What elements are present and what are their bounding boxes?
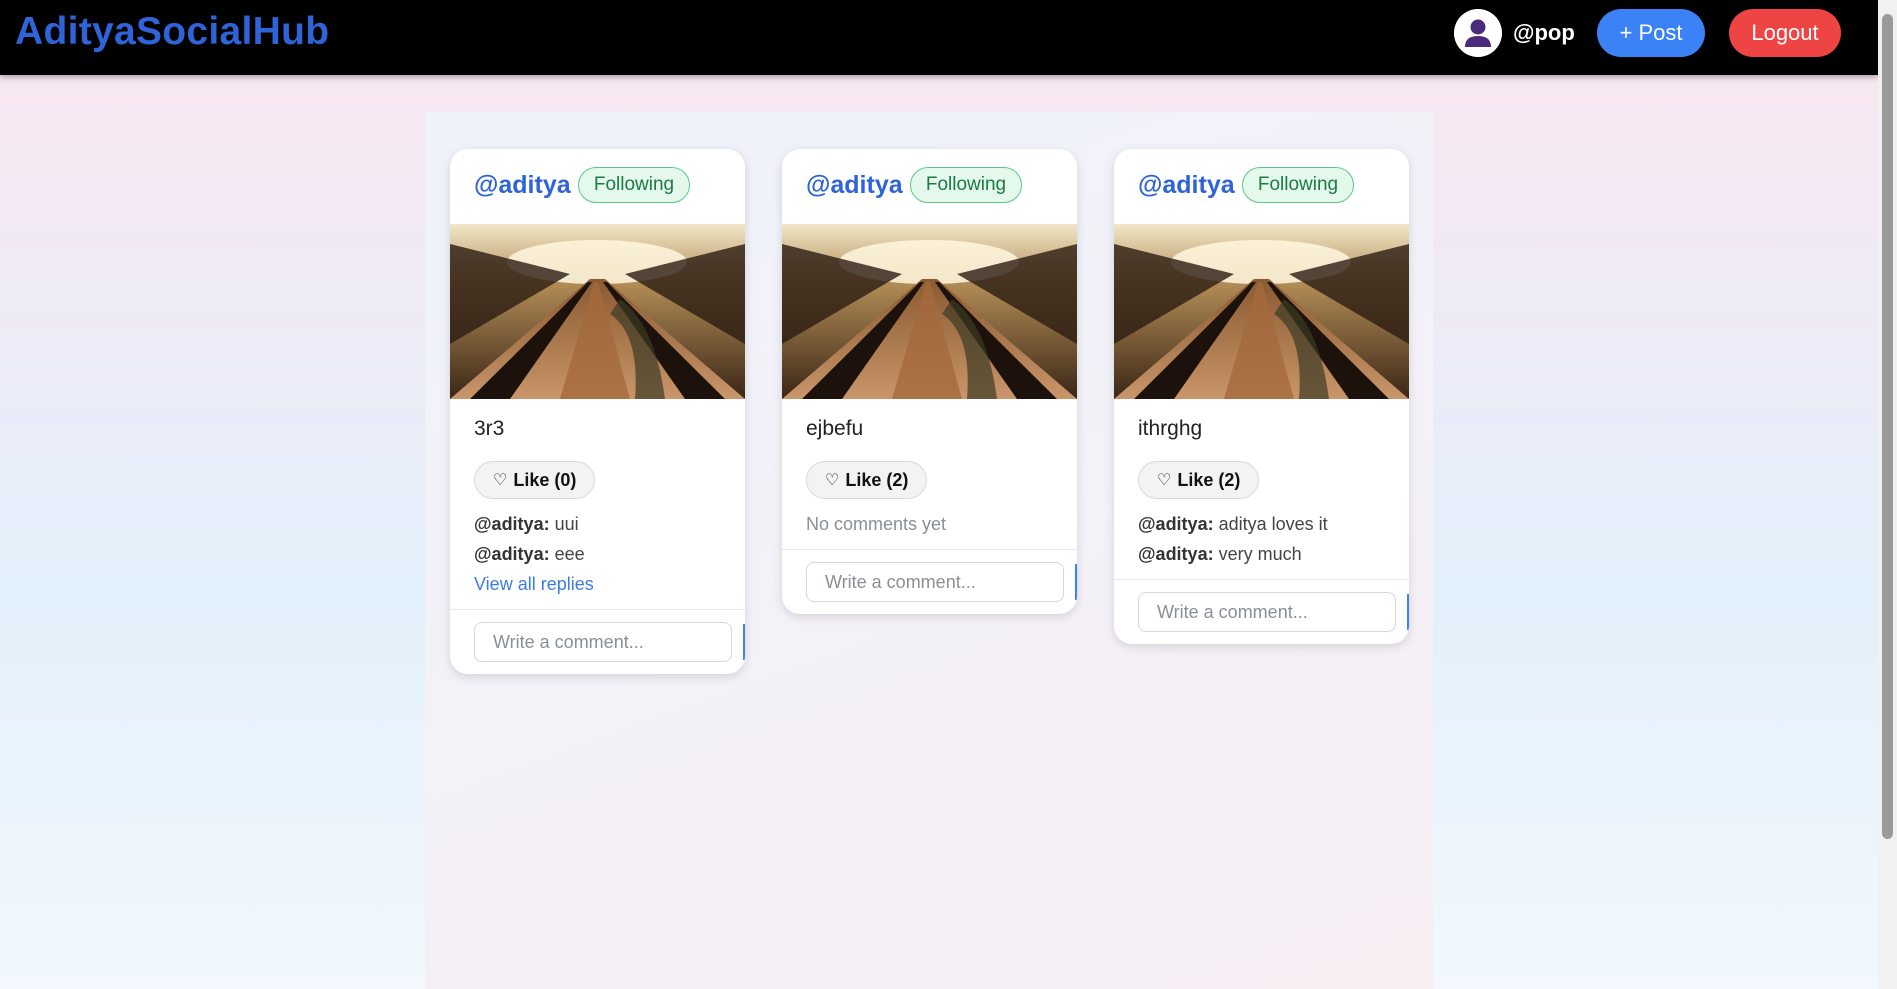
new-post-button[interactable]: + Post [1597, 9, 1705, 57]
send-comment-button[interactable] [743, 624, 745, 660]
logout-button[interactable]: Logout [1729, 9, 1841, 57]
comment-item: @aditya: eee [474, 539, 721, 569]
user-avatar-icon[interactable] [1454, 9, 1502, 57]
brand-logo[interactable]: AdityaSocialHub [15, 10, 329, 54]
like-label: Like (0) [513, 469, 577, 490]
heart-outline-icon: ♡ [493, 472, 508, 489]
no-comments-text: No comments yet [806, 514, 947, 534]
comment-list: @aditya: uui @aditya: eee View all repli… [450, 499, 745, 609]
current-username: @pop [1513, 20, 1575, 45]
comment-item: @aditya: very much [1138, 539, 1385, 569]
following-badge[interactable]: Following [578, 167, 690, 203]
comment-author: @aditya: [474, 514, 550, 534]
send-comment-button[interactable] [1407, 594, 1409, 630]
heart-outline-icon: ♡ [825, 472, 840, 489]
post-image [782, 224, 1077, 399]
post-author-link[interactable]: @aditya [1138, 171, 1235, 200]
page-scrollbar[interactable] [1878, 0, 1897, 989]
post-author-link[interactable]: @aditya [474, 171, 571, 200]
like-button[interactable]: ♡ Like (2) [1138, 461, 1260, 499]
comment-text: eee [554, 544, 585, 564]
post-image [1114, 224, 1409, 399]
comment-item: @aditya: aditya loves it [1138, 509, 1385, 539]
comment-list: @aditya: aditya loves it @aditya: very m… [1114, 499, 1409, 579]
comment-list: No comments yet [782, 499, 1077, 549]
post-header: @aditya Following [450, 149, 745, 224]
comment-input[interactable] [1138, 592, 1396, 632]
heart-outline-icon: ♡ [1157, 472, 1172, 489]
comment-text: uui [554, 514, 579, 534]
comment-author: @aditya: [1138, 514, 1214, 534]
like-button[interactable]: ♡ Like (0) [474, 461, 596, 499]
like-label: Like (2) [1177, 469, 1241, 490]
comment-form [782, 549, 1077, 614]
post-caption: ithrghg [1138, 417, 1203, 440]
like-label: Like (2) [845, 469, 909, 490]
comment-item: @aditya: uui [474, 509, 721, 539]
comment-input[interactable] [806, 562, 1064, 602]
comment-form [450, 609, 745, 674]
following-badge[interactable]: Following [1242, 167, 1354, 203]
comment-author: @aditya: [474, 544, 550, 564]
post-card: @aditya Following 3r3 ♡ Like (0) @aditya… [450, 149, 745, 674]
comment-input[interactable] [474, 622, 732, 662]
comment-form [1114, 579, 1409, 644]
post-image [450, 224, 745, 399]
comment-text: aditya loves it [1218, 514, 1328, 534]
post-card: @aditya Following ejbefu ♡ Like (2) No c… [782, 149, 1077, 614]
post-author-link[interactable]: @aditya [806, 171, 903, 200]
send-comment-button[interactable] [1075, 564, 1077, 600]
scrollbar-thumb[interactable] [1882, 14, 1893, 839]
post-header: @aditya Following [782, 149, 1077, 224]
top-nav-bar: AdityaSocialHub @pop + Post Logout [0, 0, 1878, 75]
like-button[interactable]: ♡ Like (2) [806, 461, 928, 499]
post-caption: 3r3 [474, 417, 505, 440]
comment-author: @aditya: [1138, 544, 1214, 564]
comment-text: very much [1218, 544, 1302, 564]
following-badge[interactable]: Following [910, 167, 1022, 203]
post-card: @aditya Following ithrghg ♡ Like (2) @ad… [1114, 149, 1409, 644]
post-header: @aditya Following [1114, 149, 1409, 224]
view-all-replies-link[interactable]: View all replies [474, 569, 721, 599]
post-caption: ejbefu [806, 417, 864, 440]
